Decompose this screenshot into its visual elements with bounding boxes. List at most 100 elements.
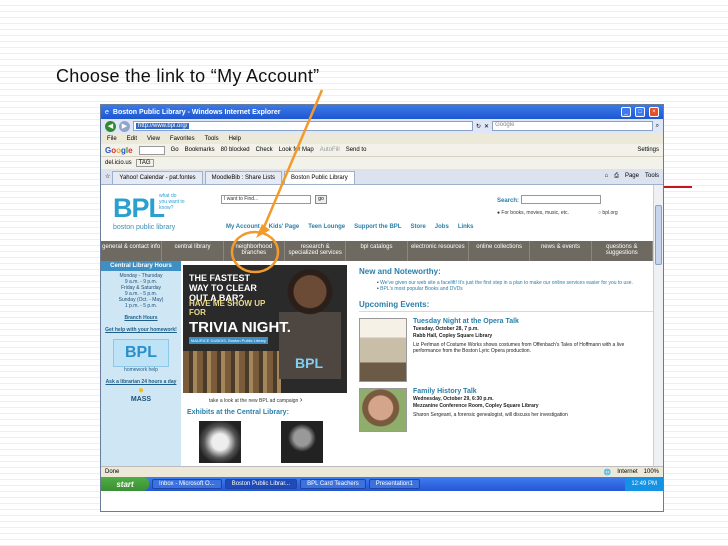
google-toolbar-input[interactable] (138, 145, 165, 155)
find-select[interactable]: I want to Find... (221, 195, 311, 204)
nav-bpl-catalogs[interactable]: bpl catalogs (346, 241, 408, 261)
tools-menu[interactable]: Tools (645, 173, 659, 180)
menu-file[interactable]: File (107, 136, 117, 142)
forward-button[interactable]: ▶ (119, 120, 130, 132)
site-header: BPL what do you want to know? boston pub… (101, 185, 653, 241)
look-for-map-button[interactable]: Look for Map (279, 147, 314, 153)
window-title: Boston Public Library - Windows Internet… (112, 108, 281, 116)
google-toolbar: Google Go Bookmarks 80 blocked Check Loo… (101, 144, 663, 157)
my-account-link[interactable]: My Account (226, 224, 260, 230)
popup-blocked-button[interactable]: 80 blocked (221, 147, 250, 153)
branch-hours-link[interactable]: Branch Hours (101, 315, 181, 321)
taskbar-outlook[interactable]: Inbox - Microsoft O... (152, 479, 222, 489)
browser-screenshot: e Boston Public Library - Windows Intern… (100, 104, 664, 512)
exhibits-title: Exhibits at the Central Library: (187, 409, 289, 416)
taskbar-bpl-card[interactable]: BPL Card Teachers (300, 479, 366, 489)
google-go-button[interactable]: Go (171, 147, 179, 153)
tab-moodlebib[interactable]: MoodleBib : Share Lists (204, 171, 283, 184)
center-column: THE FASTEST WAY TO CLEAR OUT A BAR? HAVE… (181, 261, 351, 466)
mass-badge[interactable]: MASS (101, 396, 181, 403)
zoom-level[interactable]: 100% (644, 469, 659, 475)
print-icon[interactable]: ⎙ (614, 173, 619, 180)
jobs-link[interactable]: Jobs (435, 224, 449, 230)
status-text: Done (105, 469, 120, 475)
refresh-icon[interactable]: ↻ (476, 123, 481, 130)
event-title[interactable]: Family History Talk (413, 388, 633, 395)
start-button[interactable]: start (101, 477, 149, 491)
news-title: New and Noteworthy: (359, 267, 441, 276)
taskbar-ie[interactable]: Boston Public Librar... (224, 479, 298, 489)
search-option-catalog[interactable]: ● For books, movies, music, etc. (497, 210, 569, 216)
home-icon[interactable]: ⌂ (605, 173, 609, 180)
homework-help-link[interactable]: Get help with your homework! (101, 327, 181, 333)
ad-trivia: TRIVIA NIGHT. (189, 319, 291, 336)
vertical-scrollbar[interactable] (653, 185, 663, 466)
check-button[interactable]: Check (256, 147, 273, 153)
autofill-button[interactable]: AutoFill (320, 147, 340, 153)
back-button[interactable]: ◀ (105, 120, 116, 132)
menu-edit[interactable]: Edit (127, 136, 137, 142)
event-place: Rabb Hall, Copley Square Library (413, 333, 493, 339)
nav-neighborhood-branches[interactable]: neighborhood branches (224, 241, 285, 261)
address-bar: ◀ ▶ http://www.bpl.org/ ↻ ✕ Google ⌕ (101, 119, 663, 133)
ad-subheadline: HAVE ME SHOW UP FOR (189, 299, 266, 317)
nav-online-collections[interactable]: online collections (469, 241, 531, 261)
menu-favorites[interactable]: Favorites (170, 136, 195, 142)
event-poster-image[interactable] (359, 318, 407, 382)
send-to-button[interactable]: Send to (346, 147, 367, 153)
left-sidebar: Central Library Hours Monday - Thursday … (101, 261, 181, 466)
event-photo-image[interactable] (359, 388, 407, 432)
close-button[interactable]: × (649, 107, 659, 117)
event-description: Liz Perlman of Costume Works shows costu… (413, 342, 625, 354)
bookmarks-button[interactable]: Bookmarks (185, 147, 215, 153)
exhibit-image-2[interactable] (281, 421, 323, 463)
event-title[interactable]: Tuesday Night at the Opera Talk (413, 318, 633, 325)
taskbar-powerpoint[interactable]: Presentation1 (368, 479, 420, 489)
menu-tools[interactable]: Tools (205, 136, 219, 142)
ad-campaign-link[interactable]: take a look at the new BPL ad campaign › (209, 395, 302, 404)
delicious-button[interactable]: del.icio.us (105, 160, 132, 166)
tag-button[interactable]: TAG (135, 159, 154, 167)
url-field[interactable]: http://www.bpl.org/ (133, 121, 473, 131)
window-titlebar: e Boston Public Library - Windows Intern… (101, 105, 663, 119)
favorites-star-icon[interactable]: ☆ (105, 173, 110, 180)
search-icon[interactable]: ⌕ (656, 123, 659, 130)
support-bpl-link[interactable]: Support the BPL (354, 224, 401, 230)
kids-page-link[interactable]: Kids' Page (269, 224, 299, 230)
exhibit-image-1[interactable] (199, 421, 241, 463)
ad-banner[interactable]: THE FASTEST WAY TO CLEAR OUT A BAR? HAVE… (183, 265, 347, 393)
lightbulb-icon: ● (137, 385, 145, 396)
nav-central-library[interactable]: central library (162, 241, 224, 261)
page-menu[interactable]: Page (625, 173, 639, 180)
tab-boston-public-library[interactable]: Boston Public Library (284, 171, 355, 184)
tab-yahoo-calendar[interactable]: Yahoo! Calendar - pat.fontes (112, 171, 203, 184)
upcoming-events-title: Upcoming Events: (359, 300, 430, 309)
maximize-button[interactable]: □ (635, 107, 645, 117)
links-link[interactable]: Links (458, 224, 474, 230)
nav-questions[interactable]: questions & suggestions (592, 241, 653, 261)
nav-news-events[interactable]: news & events (530, 241, 592, 261)
find-go-button[interactable]: go (315, 195, 327, 204)
store-link[interactable]: Store (410, 224, 425, 230)
search-option-bplorg[interactable]: ○ bpl.org (598, 210, 618, 216)
nav-research[interactable]: research & specialized services (285, 241, 347, 261)
homework-help-logo[interactable]: BPL (113, 339, 169, 367)
clock[interactable]: 12:49 PM (631, 481, 657, 487)
bpl-logo[interactable]: BPL (113, 193, 165, 224)
google-logo: Google (105, 145, 133, 155)
teen-lounge-link[interactable]: Teen Lounge (308, 224, 345, 230)
search-box[interactable]: Google (492, 121, 653, 131)
minimize-button[interactable]: _ (621, 107, 631, 117)
stop-icon[interactable]: ✕ (484, 123, 489, 130)
menu-help[interactable]: Help (229, 136, 241, 142)
nav-electronic-resources[interactable]: electronic resources (408, 241, 469, 261)
event-item: Family History Talk Wednesday, October 2… (359, 388, 653, 432)
status-bar: Done 🌐 Internet 100% (101, 466, 663, 477)
menu-view[interactable]: View (147, 136, 160, 142)
news-item[interactable]: • BPL's most popular Books and DVDs (377, 286, 653, 292)
settings-button[interactable]: Settings (637, 147, 663, 153)
delicious-toolbar: del.icio.us TAG (101, 157, 663, 169)
scrollbar-thumb[interactable] (655, 205, 662, 265)
nav-general-contact[interactable]: general & contact info (101, 241, 163, 261)
site-search-input[interactable] (521, 195, 601, 204)
